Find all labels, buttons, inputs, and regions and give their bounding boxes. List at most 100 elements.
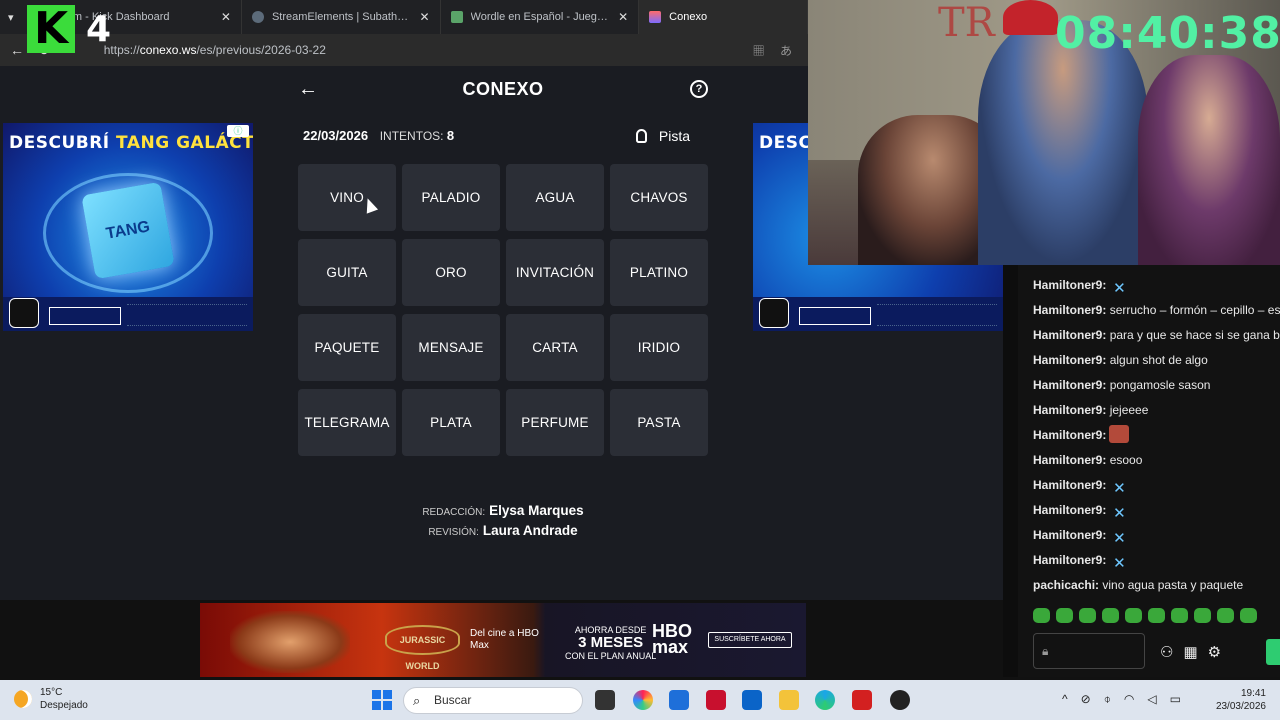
emote-icon[interactable] (1033, 608, 1050, 623)
word-tile[interactable]: PERFUME (506, 389, 604, 456)
word-tile[interactable]: VINO (298, 164, 396, 231)
chat-username[interactable]: Hamiltoner9: (1033, 378, 1106, 392)
app-l-icon[interactable] (852, 690, 872, 710)
streamer-right (1138, 55, 1280, 265)
store-icon[interactable] (669, 690, 689, 710)
network-off-icon[interactable]: ⊘ (1081, 692, 1104, 706)
users-icon[interactable]: ⚇ (1160, 644, 1183, 661)
chat-username[interactable]: Hamiltoner9: (1033, 478, 1106, 492)
search-icon: ⌕ (413, 693, 421, 708)
word-tile[interactable]: PAQUETE (298, 314, 396, 381)
ad-footer (3, 297, 253, 331)
reader-mode-icon[interactable]: ▦ あ (753, 42, 798, 59)
tab-close-icon[interactable]: ✕ (618, 10, 628, 24)
chat-username[interactable]: Hamiltoner9: (1033, 278, 1106, 292)
word-tile[interactable]: PALADIO (402, 164, 500, 231)
url-field[interactable]: https://conexo.ws/es/previous/2026-03-22 (104, 43, 326, 57)
word-tile[interactable]: PASTA (610, 389, 708, 456)
chat-message: Hamiltoner9: serrucho – formón – cepillo… (1033, 298, 1280, 322)
emote-icon[interactable] (1079, 608, 1096, 623)
emote-icon[interactable] (1125, 608, 1142, 623)
wifi-icon[interactable]: ◠ (1124, 692, 1147, 706)
tab-menu-chevron-icon[interactable]: ▾ (0, 11, 22, 24)
edge-icon[interactable] (815, 690, 835, 710)
ad-info-icon[interactable]: ⓘ (227, 125, 249, 137)
chat-message: Hamiltoner9: ✕ (1033, 473, 1129, 497)
word-tile[interactable]: MENSAJE (402, 314, 500, 381)
word-tile[interactable]: AGUA (506, 164, 604, 231)
emote-icon[interactable] (1171, 608, 1188, 623)
word-tile[interactable]: PLATA (402, 389, 500, 456)
help-icon[interactable]: ? (690, 80, 708, 98)
emote-icon[interactable] (1240, 608, 1257, 623)
chat-username[interactable]: Hamiltoner9: (1033, 328, 1106, 342)
system-tray: ^⊘⌽◠◁▭ (1062, 692, 1194, 707)
tab-wordle[interactable]: Wordle en Español - Juego Diario ✕ (441, 0, 640, 34)
word-tile[interactable]: IRIDIO (610, 314, 708, 381)
gift-icon[interactable]: ▦ (1183, 644, 1207, 661)
chat-username[interactable]: Hamiltoner9: (1033, 353, 1106, 367)
ad-disclaimer-box (49, 307, 121, 325)
antivirus-icon[interactable] (706, 690, 726, 710)
chevron-up-icon[interactable]: ^ (1062, 692, 1081, 706)
subscribe-button[interactable]: SUSCRÍBETE AHORA (708, 632, 792, 648)
chat-send-button[interactable] (1266, 639, 1280, 665)
weather-desc: Despejado (40, 700, 88, 711)
ad-offer: AHORRA DESDE 3 MESES CON EL PLAN ANUAL (565, 625, 657, 661)
word-tile[interactable]: INVITACIÓN (506, 239, 604, 306)
battery-icon[interactable]: ▭ (1170, 692, 1194, 706)
taskbar-search[interactable]: ⌕ Buscar (403, 687, 583, 714)
tab-close-icon[interactable]: ✕ (419, 10, 429, 24)
jurassic-world-logo: JURASSIC WORLD (385, 625, 460, 671)
chat-username[interactable]: Hamiltoner9: (1033, 303, 1106, 317)
volume-icon[interactable]: ◁ (1147, 692, 1169, 706)
chat-input[interactable]: 🔒︎ (1033, 633, 1145, 669)
conexo-favicon-icon (649, 11, 662, 23)
emote-icon[interactable] (1148, 608, 1165, 623)
copilot-icon[interactable] (633, 690, 653, 710)
start-button-icon[interactable] (372, 690, 392, 710)
word-grid: VINO PALADIO AGUA CHAVOS GUITA ORO INVIT… (298, 164, 708, 456)
emote-icon[interactable] (1056, 608, 1073, 623)
chat-username[interactable]: Hamiltoner9: (1033, 428, 1106, 442)
chat-username[interactable]: Hamiltoner9: (1033, 553, 1106, 567)
bottom-banner-ad[interactable]: JURASSIC WORLD Del cine a HBO Max AHORRA… (200, 603, 806, 677)
emote-icon[interactable] (1102, 608, 1119, 623)
wall-graffiti: TR (938, 0, 995, 46)
word-tile[interactable]: CARTA (506, 314, 604, 381)
chat-username[interactable]: pachicachi: (1033, 578, 1099, 592)
tab-close-icon[interactable]: ✕ (221, 10, 231, 24)
word-tile[interactable]: CHAVOS (610, 164, 708, 231)
chat-username[interactable]: Hamiltoner9: (1033, 453, 1106, 467)
chat-text: para y que se hace si se gana bro (1109, 328, 1280, 342)
ad-fine-print (877, 304, 997, 326)
word-tile[interactable]: ORO (402, 239, 500, 306)
outlook-icon[interactable] (742, 690, 762, 710)
task-view-icon[interactable] (595, 690, 615, 710)
warning-octagon-badge (9, 298, 39, 328)
emote-icon[interactable] (1194, 608, 1211, 623)
tab-conexo[interactable]: Conexo (639, 0, 808, 34)
file-explorer-icon[interactable] (779, 690, 799, 710)
word-tile[interactable]: TELEGRAMA (298, 389, 396, 456)
side-ad-left[interactable]: DESCUBRÍ TANG GALÁCTICO TANG ⓘ (3, 123, 253, 331)
chat-username[interactable]: Hamiltoner9: (1033, 403, 1106, 417)
tab-label: ...eam - Kick Dashboard (51, 11, 170, 23)
page-scrollbar[interactable] (1003, 265, 1018, 677)
word-tile[interactable]: GUITA (298, 239, 396, 306)
word-tile[interactable]: PLATINO (610, 239, 708, 306)
tab-streamelements[interactable]: StreamElements | Subathon Count ✕ (242, 0, 441, 34)
back-icon[interactable]: ← (10, 42, 24, 58)
emote-icon[interactable] (1217, 608, 1234, 623)
taskbar-clock[interactable]: 19:41 23/03/2026 (1206, 687, 1266, 713)
chat-username[interactable]: Hamiltoner9: (1033, 503, 1106, 517)
hint-button[interactable]: Pista (635, 128, 690, 144)
clock-time: 19:41 (1240, 688, 1266, 699)
microphone-icon[interactable]: ⌽ (1104, 692, 1124, 706)
settings-icon[interactable]: ⚙ (1208, 644, 1231, 661)
weather-widget[interactable]: 15°C Despejado (14, 686, 88, 712)
movie-cast-image (230, 611, 350, 673)
butterfly-emote-icon: ✕ (1113, 530, 1126, 547)
chat-username[interactable]: Hamiltoner9: (1033, 528, 1106, 542)
obs-icon[interactable] (890, 690, 910, 710)
